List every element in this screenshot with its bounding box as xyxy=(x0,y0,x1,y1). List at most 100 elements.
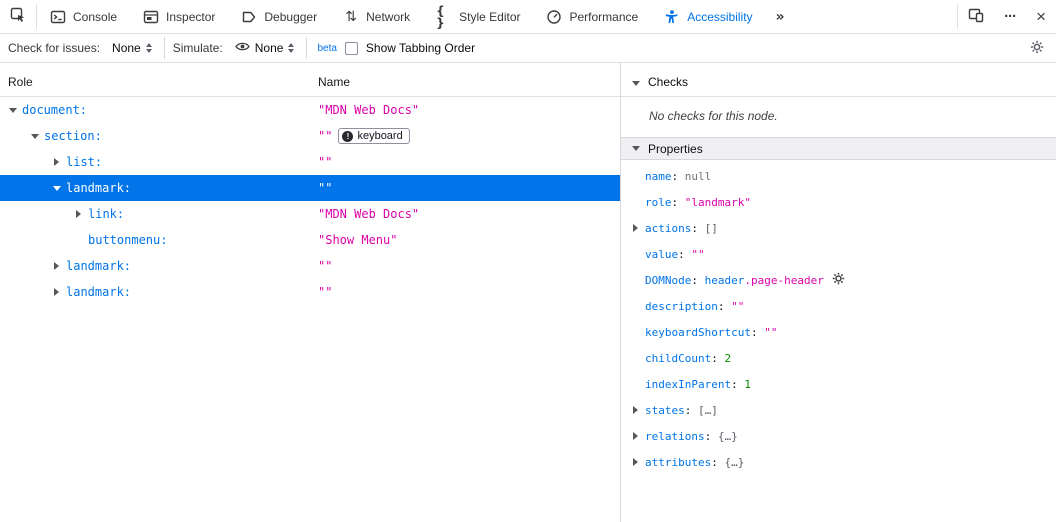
accessibility-icon xyxy=(664,9,680,25)
property-row-states[interactable]: states: […] xyxy=(621,397,1056,423)
responsive-design-mode-icon xyxy=(968,7,984,26)
checks-section-header[interactable]: Checks xyxy=(621,63,1056,97)
expand-arrow-slot xyxy=(629,170,642,183)
expand-arrow-icon[interactable] xyxy=(629,142,642,155)
tree-row-section[interactable]: section: "" ! keyboard xyxy=(0,123,620,149)
tab-label: Inspector xyxy=(166,10,215,24)
properties-title: Properties xyxy=(648,142,703,156)
gear-icon xyxy=(1030,40,1044,57)
keyboard-audit-badge[interactable]: ! keyboard xyxy=(338,128,409,144)
expand-arrow-slot xyxy=(629,196,642,209)
tab-label: Performance xyxy=(569,10,638,24)
show-tabbing-order-checkbox[interactable] xyxy=(345,42,358,55)
separator xyxy=(164,37,165,59)
property-row-value[interactable]: value: "" xyxy=(621,241,1056,267)
expand-arrow-icon[interactable] xyxy=(50,156,63,169)
inspect-node-button[interactable] xyxy=(832,272,845,288)
simulate-select[interactable]: None xyxy=(231,39,299,57)
accessibility-tree-pane: Role Name document: "MDN Web Docs" secti… xyxy=(0,63,620,522)
tree-row-document[interactable]: document: "MDN Web Docs" xyxy=(0,97,620,123)
tree-row-landmark[interactable]: landmark: "" xyxy=(0,253,620,279)
eye-icon xyxy=(235,41,250,55)
expand-arrow-icon[interactable] xyxy=(629,404,642,417)
expand-arrow-icon[interactable] xyxy=(629,430,642,443)
accessibility-toolbar: Check for issues: None Simulate: None be… xyxy=(0,34,1056,63)
close-icon: × xyxy=(1036,8,1046,25)
check-for-issues-select[interactable]: None xyxy=(108,39,156,57)
tab-style-editor[interactable]: { } Style Editor xyxy=(423,0,533,33)
property-row-domnode[interactable]: DOMNode: header.page-header xyxy=(621,267,1056,293)
style-editor-icon: { } xyxy=(436,9,452,25)
tab-label: Accessibility xyxy=(687,10,752,24)
inspector-icon xyxy=(143,9,159,25)
expand-arrow-slot xyxy=(72,234,85,247)
meatball-menu-icon: ··· xyxy=(1004,8,1016,25)
expand-arrow-icon[interactable] xyxy=(50,182,63,195)
responsive-design-mode-button[interactable] xyxy=(958,0,994,33)
overflow-tabs-button[interactable]: » xyxy=(766,0,795,33)
expand-arrow-icon[interactable] xyxy=(72,208,85,221)
tree-row-list[interactable]: list: "" xyxy=(0,149,620,175)
show-tabbing-order-label[interactable]: Show Tabbing Order xyxy=(366,41,475,55)
property-row-childcount[interactable]: childCount: 2 xyxy=(621,345,1056,371)
pick-accessible-icon xyxy=(10,7,26,26)
tab-label: Network xyxy=(366,10,410,24)
pick-accessible-object-button[interactable] xyxy=(0,0,36,33)
tab-debugger[interactable]: Debugger xyxy=(228,0,330,33)
tab-console[interactable]: Console xyxy=(37,0,130,33)
property-row-description[interactable]: description: "" xyxy=(621,293,1056,319)
tree-row-landmark-selected[interactable]: landmark: "" xyxy=(0,175,620,201)
network-icon: ⇅ xyxy=(343,9,359,25)
column-header-name: Name xyxy=(318,75,350,89)
tab-label: Style Editor xyxy=(459,10,520,24)
separator xyxy=(306,37,307,59)
expand-arrow-icon[interactable] xyxy=(6,104,19,117)
property-row-actions[interactable]: actions: [] xyxy=(621,215,1056,241)
property-row-relations[interactable]: relations: {…} xyxy=(621,423,1056,449)
property-row-indexinparent[interactable]: indexInParent: 1 xyxy=(621,371,1056,397)
checks-title: Checks xyxy=(648,75,688,89)
tree-row-buttonmenu[interactable]: buttonmenu: "Show Menu" xyxy=(0,227,620,253)
simulate-label: Simulate: xyxy=(173,41,223,55)
property-row-attributes[interactable]: attributes: {…} xyxy=(621,449,1056,475)
tree-row-landmark[interactable]: landmark: "" xyxy=(0,279,620,305)
properties-section-header[interactable]: Properties xyxy=(621,137,1056,160)
expand-arrow-slot xyxy=(629,378,642,391)
properties-list: name: null role: "landmark" actions: [] … xyxy=(621,160,1056,475)
expand-arrow-icon[interactable] xyxy=(50,286,63,299)
expand-arrow-icon[interactable] xyxy=(629,222,642,235)
expand-arrow-slot xyxy=(629,274,642,287)
expand-arrow-icon[interactable] xyxy=(50,260,63,273)
inspect-node-gear-icon xyxy=(832,272,845,288)
expand-arrow-icon[interactable] xyxy=(629,77,642,90)
close-devtools-button[interactable]: × xyxy=(1026,0,1056,33)
select-arrows-icon xyxy=(288,43,294,53)
alert-icon: ! xyxy=(342,131,353,142)
tree-row-link[interactable]: link: "MDN Web Docs" xyxy=(0,201,620,227)
console-icon xyxy=(50,9,66,25)
tab-accessibility[interactable]: Accessibility xyxy=(651,0,765,33)
check-for-issues-value: None xyxy=(112,41,141,55)
property-row-role[interactable]: role: "landmark" xyxy=(621,189,1056,215)
devtools-menu-button[interactable]: ··· xyxy=(994,0,1026,33)
check-for-issues-label: Check for issues: xyxy=(8,41,100,55)
tab-network[interactable]: ⇅ Network xyxy=(330,0,423,33)
tab-label: Console xyxy=(73,10,117,24)
expand-arrow-icon[interactable] xyxy=(28,130,41,143)
devtools-tabbar: Console Inspector Debugger ⇅ Network { }… xyxy=(0,0,1056,34)
select-arrows-icon xyxy=(146,43,152,53)
simulate-value: None xyxy=(255,41,284,55)
checks-empty-message: No checks for this node. xyxy=(649,109,1056,123)
debugger-icon xyxy=(241,9,257,25)
tab-performance[interactable]: Performance xyxy=(533,0,651,33)
settings-gear-button[interactable] xyxy=(1026,40,1048,57)
accessibility-sidebar: Checks No checks for this node. Properti… xyxy=(621,63,1056,522)
tree-column-headers: Role Name xyxy=(0,63,620,97)
property-row-keyboardshortcut[interactable]: keyboardShortcut: "" xyxy=(621,319,1056,345)
performance-icon xyxy=(546,9,562,25)
beta-badge: beta xyxy=(317,43,336,54)
expand-arrow-icon[interactable] xyxy=(629,456,642,469)
tab-inspector[interactable]: Inspector xyxy=(130,0,228,33)
property-row-name[interactable]: name: null xyxy=(621,163,1056,189)
expand-arrow-slot xyxy=(629,248,642,261)
